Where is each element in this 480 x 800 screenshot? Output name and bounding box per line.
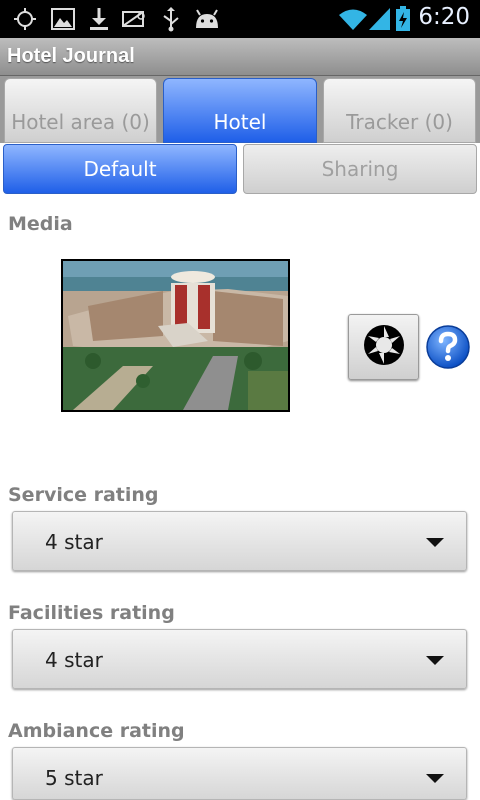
service-rating-value: 4 star bbox=[45, 530, 103, 554]
hotel-photo[interactable] bbox=[61, 259, 290, 412]
ambiance-rating-dropdown[interactable]: 5 star bbox=[12, 747, 467, 800]
take-photo-button[interactable] bbox=[348, 314, 419, 380]
service-rating-dropdown[interactable]: 4 star bbox=[12, 511, 467, 571]
gps-icon bbox=[12, 6, 38, 32]
status-time: 6:20 bbox=[418, 4, 470, 30]
hotel-photo-image bbox=[63, 261, 288, 410]
ambiance-rating-label: Ambiance rating bbox=[8, 720, 185, 742]
status-bar: 6:20 bbox=[0, 0, 480, 38]
camera-aperture-icon bbox=[362, 323, 406, 371]
usb-icon bbox=[158, 6, 184, 32]
tab-tracker[interactable]: Tracker (0) bbox=[323, 78, 476, 143]
facilities-rating-value: 4 star bbox=[45, 648, 103, 672]
gallery-icon bbox=[50, 6, 76, 32]
facilities-rating-label: Facilities rating bbox=[8, 602, 175, 624]
battery-charging-icon bbox=[393, 6, 413, 32]
main-tab-bar: Hotel area (0) Hotel Tracker (0) bbox=[0, 76, 480, 143]
android-debug-icon bbox=[193, 6, 221, 32]
subtab-default[interactable]: Default bbox=[3, 144, 237, 194]
help-button[interactable] bbox=[425, 324, 471, 370]
tab-hotel[interactable]: Hotel bbox=[163, 78, 317, 143]
service-rating-label: Service rating bbox=[8, 484, 159, 506]
wifi-icon bbox=[338, 6, 368, 32]
download-icon bbox=[86, 6, 112, 32]
media-label: Media bbox=[8, 213, 73, 235]
ambiance-rating-value: 5 star bbox=[45, 766, 103, 790]
no-sim-icon bbox=[121, 6, 147, 32]
signal-icon bbox=[366, 6, 392, 32]
help-icon bbox=[425, 325, 471, 374]
subtab-sharing[interactable]: Sharing bbox=[243, 144, 477, 194]
chevron-down-icon bbox=[426, 774, 444, 783]
chevron-down-icon bbox=[426, 656, 444, 665]
chevron-down-icon bbox=[426, 538, 444, 547]
app-title: Hotel Journal bbox=[7, 45, 135, 67]
app-title-bar: Hotel Journal bbox=[0, 38, 480, 76]
facilities-rating-dropdown[interactable]: 4 star bbox=[12, 629, 467, 689]
tab-hotel-area[interactable]: Hotel area (0) bbox=[4, 78, 157, 143]
